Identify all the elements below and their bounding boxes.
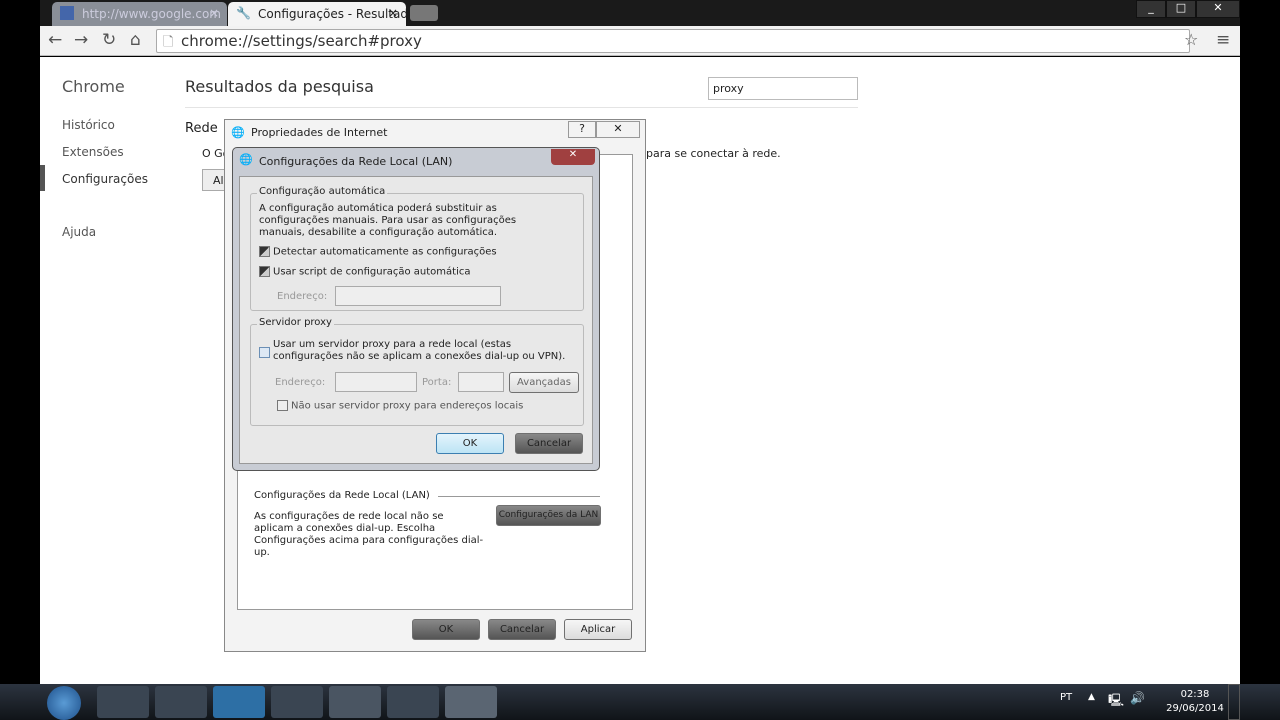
- google-icon: [60, 6, 74, 20]
- script-checkbox[interactable]: Usar script de configuração automática: [259, 266, 470, 278]
- script-address-input[interactable]: [335, 286, 501, 306]
- lan-settings-button[interactable]: Configurações da LAN: [496, 505, 601, 526]
- bypass-checkbox[interactable]: Não usar servidor proxy para endereços l…: [277, 400, 523, 412]
- address-bar[interactable]: 🗋 chrome://settings/search#proxy: [156, 29, 1190, 53]
- forward-icon[interactable]: →: [74, 30, 88, 50]
- proxy-address-label: Endereço:: [275, 377, 326, 388]
- address-label: Endereço:: [277, 291, 328, 302]
- brand: Chrome: [62, 77, 125, 96]
- window-controls: _ □ ✕: [1136, 0, 1240, 18]
- reload-icon[interactable]: ↻: [102, 30, 116, 50]
- detect-checkbox[interactable]: Detectar automaticamente as configuraçõe…: [259, 246, 497, 258]
- network-text-end: para se conectar à rede.: [646, 147, 781, 160]
- group-label: Servidor proxy: [257, 317, 334, 328]
- sidebar-item-ajuda[interactable]: Ajuda: [62, 225, 96, 239]
- internet-options-task-icon[interactable]: [445, 686, 497, 718]
- port-input[interactable]: [458, 372, 504, 392]
- divider: [185, 107, 858, 108]
- media-icon[interactable]: [155, 686, 207, 718]
- explorer-icon[interactable]: [97, 686, 149, 718]
- tab-settings[interactable]: 🔧 Configurações - Resultado ×: [228, 2, 406, 26]
- tab-google[interactable]: http://www.google.com ×: [52, 2, 227, 26]
- proxy-checkbox[interactable]: [259, 347, 270, 358]
- network-icon[interactable]: 🖳: [1108, 691, 1124, 712]
- group-label: Configuração automática: [257, 186, 388, 197]
- page-title: Resultados da pesquisa: [185, 77, 374, 96]
- cancel-button[interactable]: Cancelar: [515, 433, 583, 454]
- home-icon[interactable]: ⌂: [130, 30, 141, 50]
- ok-button[interactable]: OK: [436, 433, 504, 454]
- star-icon[interactable]: ☆: [1184, 30, 1198, 49]
- internet-options-icon: 🌐: [239, 153, 253, 166]
- chrome-icon[interactable]: [329, 686, 381, 718]
- volume-icon[interactable]: 🔊: [1130, 691, 1145, 705]
- browser-toolbar: ← → ↻ ⌂ 🗋 chrome://settings/search#proxy …: [40, 26, 1240, 56]
- back-icon[interactable]: ←: [48, 30, 62, 50]
- skype-icon[interactable]: [213, 686, 265, 718]
- start-button[interactable]: [47, 686, 81, 720]
- sidebar-item-historico[interactable]: Histórico: [62, 118, 115, 132]
- firefox-icon[interactable]: [271, 686, 323, 718]
- divider: [438, 496, 600, 497]
- cancel-button[interactable]: Cancelar: [488, 619, 556, 640]
- page-icon: 🗋: [163, 35, 174, 50]
- apply-button[interactable]: Aplicar: [564, 619, 632, 640]
- maximize-button[interactable]: □: [1166, 0, 1196, 18]
- internet-options-icon: 🌐: [231, 126, 245, 139]
- new-tab-button[interactable]: [410, 5, 438, 21]
- wrench-icon: 🔧: [236, 6, 251, 20]
- dialog-body: Configuração automática A configuração a…: [239, 176, 593, 464]
- proxy-address-input[interactable]: [335, 372, 417, 392]
- lan-description: As configurações de rede local não se ap…: [254, 511, 484, 558]
- lan-group-label: Configurações da Rede Local (LAN): [254, 490, 436, 501]
- tab-strip: http://www.google.com × 🔧 Configurações - …: [40, 0, 1240, 26]
- close-button[interactable]: ✕: [551, 149, 595, 165]
- show-desktop-button[interactable]: [1228, 684, 1240, 720]
- close-tab-icon[interactable]: ×: [209, 6, 219, 20]
- search-input[interactable]: proxy: [708, 77, 858, 100]
- selected-indicator: [40, 165, 45, 191]
- dialog-title: Configurações da Rede Local (LAN): [259, 155, 453, 168]
- port-label: Porta:: [422, 377, 452, 388]
- help-button[interactable]: ?: [568, 121, 596, 138]
- menu-icon[interactable]: ≡: [1216, 30, 1230, 50]
- auto-config-group: Configuração automática A configuração a…: [250, 186, 584, 311]
- minimize-button[interactable]: _: [1136, 0, 1166, 18]
- checkbox-icon[interactable]: [259, 246, 270, 257]
- sidebar-item-configuracoes[interactable]: Configurações: [62, 172, 148, 186]
- close-button[interactable]: ✕: [596, 121, 640, 138]
- game-icon[interactable]: [387, 686, 439, 718]
- checkbox-icon[interactable]: [277, 400, 288, 411]
- advanced-button[interactable]: Avançadas: [509, 372, 579, 393]
- clock[interactable]: 02:38 29/06/2014: [1160, 688, 1230, 716]
- lan-settings-dialog: 🌐 Configurações da Rede Local (LAN) ✕ Co…: [232, 147, 600, 471]
- tray-expand-icon[interactable]: ▲: [1088, 692, 1095, 702]
- auto-config-description: A configuração automática poderá substit…: [259, 203, 517, 238]
- proxy-server-group: Servidor proxy Usar um servidor proxy pa…: [250, 317, 584, 426]
- section-rede: Rede: [185, 121, 218, 136]
- close-tab-icon[interactable]: ×: [388, 6, 398, 20]
- close-window-button[interactable]: ✕: [1196, 0, 1240, 18]
- dialog-title: Propriedades de Internet: [251, 126, 388, 139]
- taskbar: PT ▲ 🖳 🔊 02:38 29/06/2014: [0, 684, 1280, 720]
- sidebar-item-extensoes[interactable]: Extensões: [62, 145, 124, 159]
- checkbox-icon[interactable]: [259, 266, 270, 277]
- language-indicator[interactable]: PT: [1060, 692, 1072, 703]
- proxy-checkbox-label: Usar um servidor proxy para a rede local…: [273, 339, 566, 362]
- ok-button[interactable]: OK: [412, 619, 480, 640]
